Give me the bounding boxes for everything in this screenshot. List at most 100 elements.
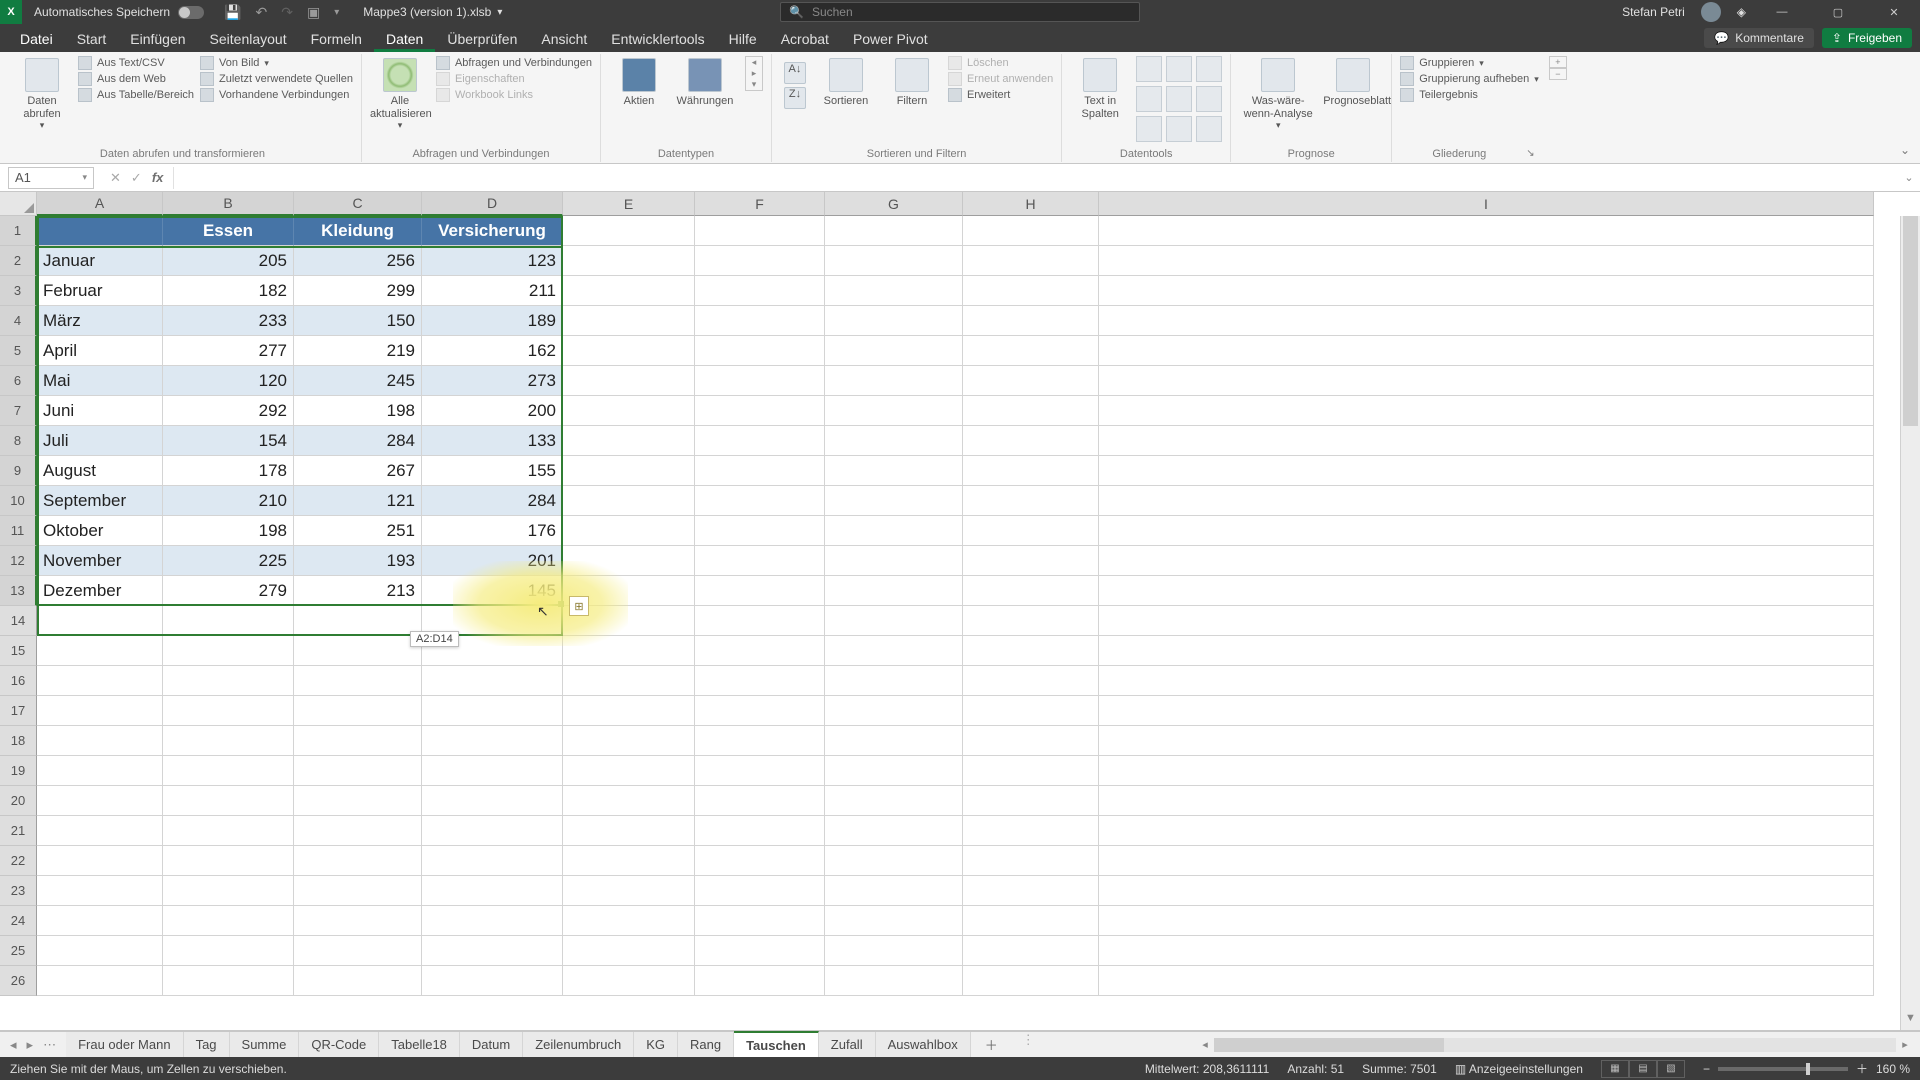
cell[interactable] <box>1099 516 1874 546</box>
cell[interactable] <box>963 966 1099 996</box>
cell[interactable] <box>294 636 422 666</box>
cell[interactable] <box>1099 906 1874 936</box>
cell[interactable] <box>563 276 695 306</box>
cell[interactable] <box>1099 636 1874 666</box>
column-header[interactable]: A <box>37 192 163 216</box>
sheet-tab[interactable]: Tauschen <box>734 1031 819 1057</box>
cell[interactable] <box>695 426 825 456</box>
cell[interactable] <box>695 336 825 366</box>
row-header[interactable]: 14 <box>0 606 37 636</box>
cell[interactable] <box>695 606 825 636</box>
fx-icon[interactable]: fx <box>152 170 164 186</box>
cell[interactable] <box>1099 216 1874 246</box>
row-header[interactable]: 3 <box>0 276 37 306</box>
cell[interactable]: Versicherung <box>422 216 563 246</box>
tab-einfügen[interactable]: Einfügen <box>118 27 197 52</box>
cell[interactable] <box>963 216 1099 246</box>
text-to-columns-button[interactable]: Text in Spalten <box>1070 56 1130 120</box>
cell[interactable] <box>422 696 563 726</box>
cell[interactable] <box>563 456 695 486</box>
cell[interactable] <box>294 966 422 996</box>
qat-dropdown-icon[interactable]: ▾ <box>334 7 339 18</box>
vertical-scrollbar[interactable]: ▲▼ <box>1900 216 1920 1030</box>
cell[interactable] <box>825 786 963 816</box>
cell[interactable] <box>825 216 963 246</box>
row-header[interactable]: 4 <box>0 306 37 336</box>
cell[interactable]: 121 <box>294 486 422 516</box>
cell[interactable] <box>825 426 963 456</box>
tab-start[interactable]: Start <box>65 27 119 52</box>
cell[interactable] <box>963 936 1099 966</box>
cell[interactable] <box>825 396 963 426</box>
cell[interactable]: 178 <box>163 456 294 486</box>
sheet-tab[interactable]: Frau oder Mann <box>66 1032 184 1057</box>
cell[interactable] <box>1099 816 1874 846</box>
cell[interactable] <box>963 516 1099 546</box>
cell[interactable] <box>37 906 163 936</box>
cell[interactable] <box>563 366 695 396</box>
cell[interactable] <box>294 786 422 816</box>
sheet-tab[interactable]: Tabelle18 <box>379 1032 460 1057</box>
cell[interactable] <box>563 906 695 936</box>
cell[interactable] <box>163 636 294 666</box>
sheet-tab[interactable]: KG <box>634 1032 678 1057</box>
cell[interactable] <box>963 486 1099 516</box>
sheet-tab[interactable]: QR-Code <box>299 1032 379 1057</box>
cell[interactable] <box>1099 396 1874 426</box>
minimize-icon[interactable]: — <box>1762 0 1802 24</box>
whatif-button[interactable]: Was-wäre-wenn-Analyse▾ <box>1239 56 1317 131</box>
cell[interactable] <box>37 816 163 846</box>
cell[interactable] <box>1099 606 1874 636</box>
display-settings-button[interactable]: ▥ Anzeigeeinstellungen <box>1455 1062 1583 1076</box>
cell[interactable] <box>563 726 695 756</box>
cell[interactable] <box>963 576 1099 606</box>
cell[interactable]: August <box>37 456 163 486</box>
cell[interactable] <box>963 606 1099 636</box>
restore-icon[interactable]: ▢ <box>1818 0 1858 24</box>
cell[interactable] <box>294 696 422 726</box>
cell[interactable] <box>963 306 1099 336</box>
row-header[interactable]: 9 <box>0 456 37 486</box>
tab-power pivot[interactable]: Power Pivot <box>841 27 940 52</box>
tab-daten[interactable]: Daten <box>374 27 435 52</box>
sheet-tab[interactable]: Zeilenumbruch <box>523 1032 634 1057</box>
cell[interactable] <box>163 666 294 696</box>
cell[interactable]: 284 <box>294 426 422 456</box>
view-page-layout-icon[interactable]: ▤ <box>1629 1060 1657 1078</box>
cell[interactable]: Juni <box>37 396 163 426</box>
cell[interactable] <box>695 546 825 576</box>
cell[interactable]: 233 <box>163 306 294 336</box>
cell[interactable] <box>1099 576 1874 606</box>
cell[interactable] <box>1099 456 1874 486</box>
cell[interactable] <box>695 456 825 486</box>
cell[interactable] <box>1099 726 1874 756</box>
cell[interactable] <box>294 876 422 906</box>
cell[interactable] <box>37 876 163 906</box>
sheet-tab[interactable]: Datum <box>460 1032 523 1057</box>
cell[interactable] <box>422 966 563 996</box>
cell[interactable] <box>563 666 695 696</box>
cell[interactable] <box>695 666 825 696</box>
cell[interactable]: 189 <box>422 306 563 336</box>
cell[interactable] <box>1099 666 1874 696</box>
cell[interactable] <box>695 756 825 786</box>
cell[interactable] <box>825 906 963 936</box>
cell[interactable]: 277 <box>163 336 294 366</box>
cell[interactable] <box>563 816 695 846</box>
row-header[interactable]: 25 <box>0 936 37 966</box>
cell[interactable] <box>695 786 825 816</box>
cell[interactable] <box>294 846 422 876</box>
cell[interactable] <box>825 246 963 276</box>
cell[interactable] <box>1099 426 1874 456</box>
cell[interactable]: Februar <box>37 276 163 306</box>
queries-connections-button[interactable]: Abfragen und Verbindungen <box>436 56 592 70</box>
cell[interactable] <box>563 396 695 426</box>
row-header[interactable]: 17 <box>0 696 37 726</box>
cell[interactable] <box>825 876 963 906</box>
column-header[interactable]: E <box>563 192 695 216</box>
cell[interactable]: 211 <box>422 276 563 306</box>
cell[interactable] <box>963 756 1099 786</box>
cell[interactable]: 162 <box>422 336 563 366</box>
filename-dropdown-icon[interactable]: ▾ <box>497 7 502 18</box>
sheet-tab[interactable]: Zufall <box>819 1032 876 1057</box>
